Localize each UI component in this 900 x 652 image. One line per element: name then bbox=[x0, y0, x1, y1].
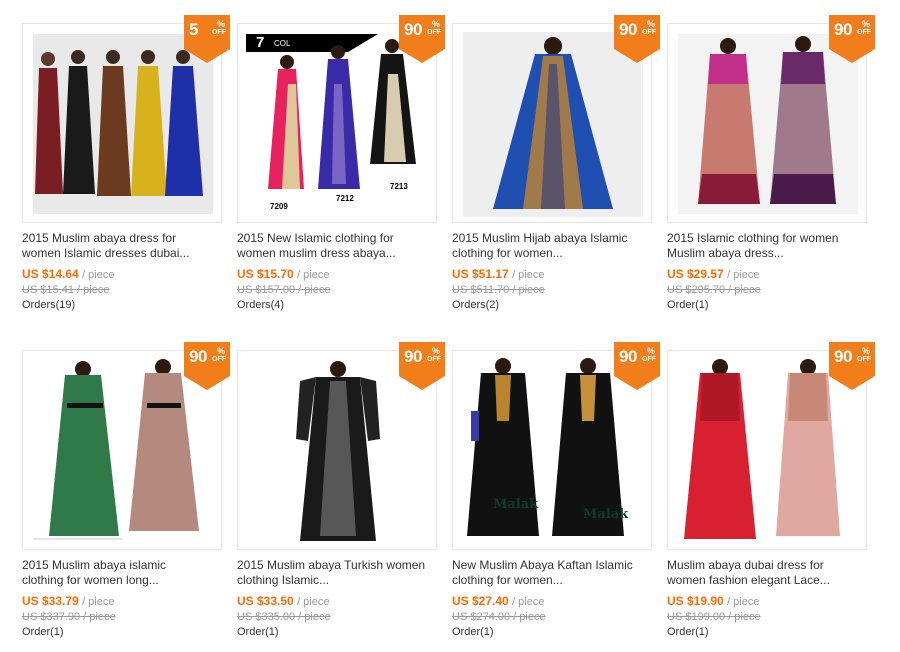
original-price: US $511.70 / piece bbox=[452, 284, 545, 296]
discount-badge: 90 % OFF bbox=[829, 342, 875, 390]
brand-watermark: Malak bbox=[493, 497, 539, 512]
order-count: Order(1) bbox=[452, 626, 494, 638]
price: US $33.50 / piece bbox=[237, 594, 330, 608]
original-price: US $335.00 / piece bbox=[237, 611, 331, 623]
discount-badge: 90 % OFF bbox=[399, 342, 445, 390]
price: US $19.90 / piece bbox=[667, 594, 760, 608]
price: US $29.57 / piece bbox=[667, 267, 760, 281]
product-code: 7209 bbox=[270, 202, 288, 211]
product-title[interactable]: 2015 Muslim abaya islamic clothing for wo… bbox=[22, 558, 222, 588]
product-title[interactable]: New Muslim Abaya Kaftan Islamic clothing … bbox=[452, 558, 652, 588]
original-price: US $157.00 / piece bbox=[237, 284, 331, 296]
original-price: US $295.70 / piece bbox=[667, 284, 761, 296]
original-price: US $337.90 / piece bbox=[22, 611, 116, 623]
discount-badge: 90 % OFF bbox=[829, 15, 875, 63]
price: US $51.17 / piece bbox=[452, 267, 545, 281]
product-code: 7213 bbox=[390, 182, 408, 191]
order-count: Order(1) bbox=[667, 626, 709, 638]
order-count: Orders(19) bbox=[22, 299, 76, 311]
product-title[interactable]: 2015 Muslim abaya dress for women Islamic… bbox=[22, 231, 222, 261]
product-title[interactable]: 2015 Islamic clothing for women Muslim ab… bbox=[667, 231, 867, 261]
discount-badge: 90 % OFF bbox=[184, 342, 230, 390]
order-count: Orders(4) bbox=[237, 299, 285, 311]
order-count: Order(1) bbox=[22, 626, 64, 638]
original-price: US $15.41 / piece bbox=[22, 284, 110, 296]
price: US $15.70 / piece bbox=[237, 267, 330, 281]
brand-watermark: Malak bbox=[583, 507, 629, 522]
discount-badge: 90 % OFF bbox=[399, 15, 445, 63]
product-title[interactable]: 2015 Muslim abaya Turkish women clothing … bbox=[237, 558, 437, 588]
product-title[interactable]: Muslim abaya dubai dress for women fashio… bbox=[667, 558, 867, 588]
product-code: 7212 bbox=[336, 194, 354, 203]
discount-badge: 90 % OFF bbox=[614, 342, 660, 390]
discount-badge: 90 % OFF bbox=[614, 15, 660, 63]
order-count: Order(1) bbox=[237, 626, 279, 638]
product-title[interactable]: 2015 New Islamic clothing for women musli… bbox=[237, 231, 437, 261]
price: US $14.64 / piece bbox=[22, 267, 115, 281]
price: US $33.79 / piece bbox=[22, 594, 115, 608]
original-price: US $199.00 / piece bbox=[667, 611, 761, 623]
order-count: Orders(2) bbox=[452, 299, 500, 311]
color-count-tag: 7 COL bbox=[256, 34, 291, 51]
order-count: Order(1) bbox=[667, 299, 709, 311]
discount-badge: 5 % OFF bbox=[184, 15, 230, 63]
product-grid: 5 % OFF 2015 Muslim abaya dress for women… bbox=[0, 0, 900, 652]
original-price: US $274.00 / piece bbox=[452, 611, 546, 623]
price: US $27.40 / piece bbox=[452, 594, 545, 608]
product-title[interactable]: 2015 Muslim Hijab abaya Islamic clothing … bbox=[452, 231, 652, 261]
